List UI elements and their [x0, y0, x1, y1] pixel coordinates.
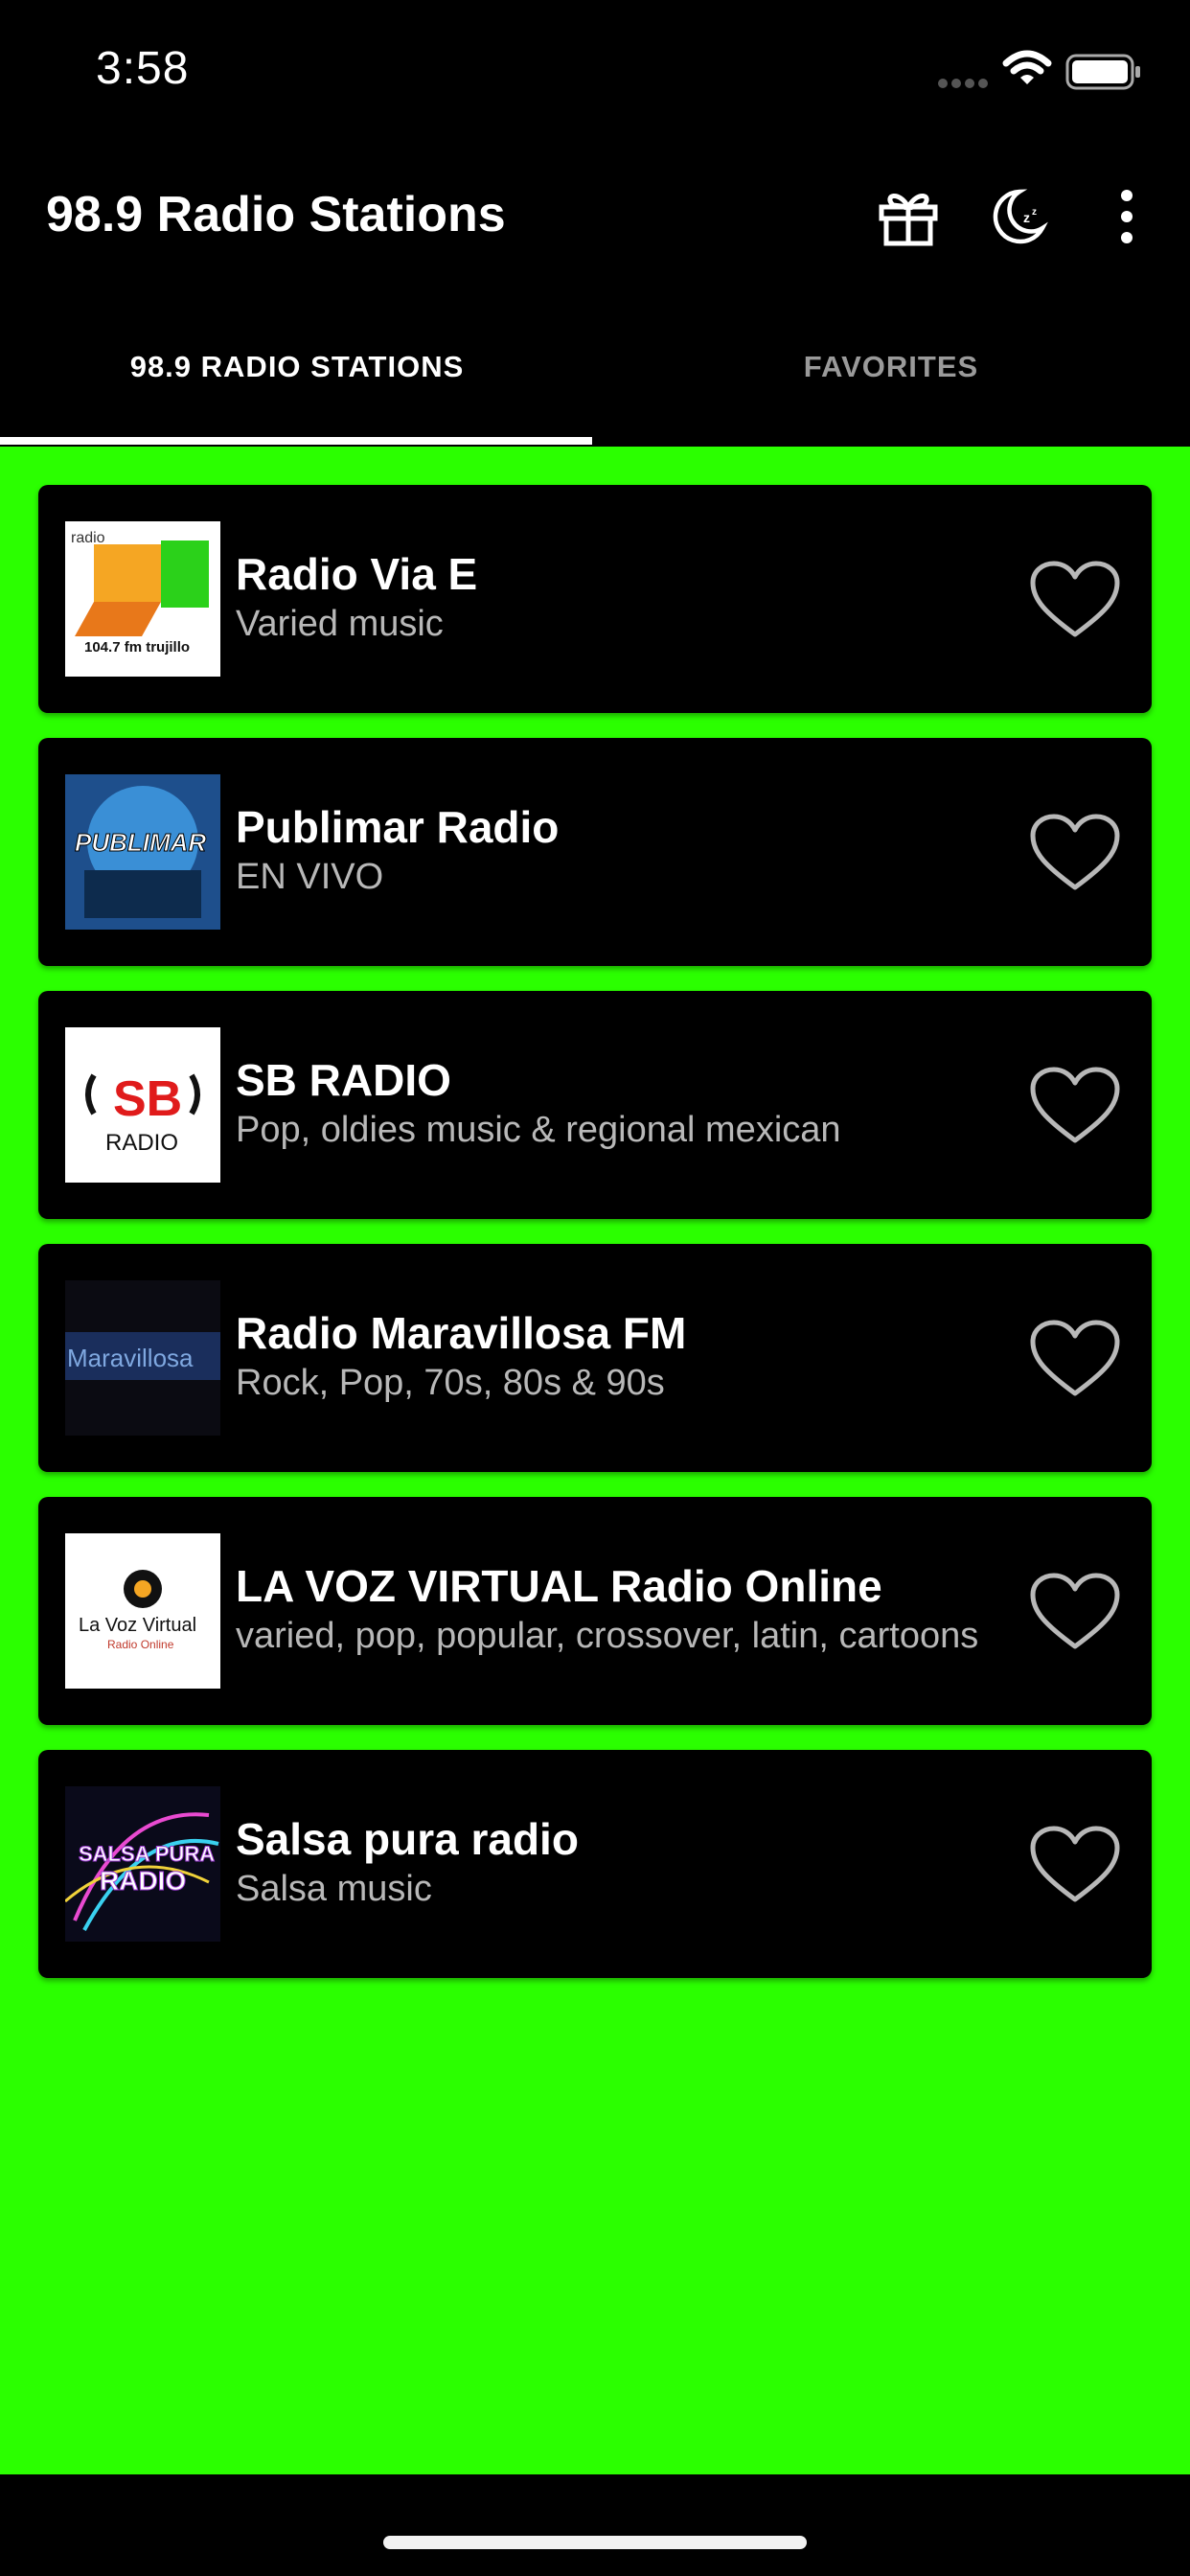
station-name: Radio Via E: [236, 549, 478, 599]
publimar-radio-logo: PUBLIMAR: [65, 774, 220, 930]
station-genre: Varied music: [236, 604, 444, 644]
station-card-radio-via-e[interactable]: radio 104.7 fm trujillo Radio Via E Vari…: [38, 485, 1152, 713]
station-list: radio 104.7 fm trujillo Radio Via E Vari…: [0, 447, 1190, 2474]
station-genre: Pop, oldies music & regional mexican: [236, 1110, 841, 1150]
favorite-heart-icon[interactable]: [1029, 813, 1121, 893]
svg-text:z: z: [1032, 207, 1037, 218]
app-title: 98.9 Radio Stations: [46, 187, 506, 242]
wifi-icon: [1002, 50, 1052, 93]
svg-text:104.7 fm trujillo: 104.7 fm trujillo: [84, 639, 190, 656]
favorite-heart-icon[interactable]: [1029, 1319, 1121, 1399]
station-card-la-voz-virtual[interactable]: La Voz Virtual Radio Online LA VOZ VIRTU…: [38, 1497, 1152, 1725]
favorite-heart-icon[interactable]: [1029, 560, 1121, 640]
station-name: Publimar Radio: [236, 802, 560, 852]
svg-text:SALSA PURA: SALSA PURA: [79, 1842, 215, 1866]
cellular-signal-icon: [937, 77, 993, 95]
salsa-pura-radio-logo: SALSA PURA RADIO: [65, 1786, 220, 1942]
station-card-sb-radio[interactable]: SB RADIO SB RADIO Pop, oldies music & re…: [38, 991, 1152, 1219]
favorite-heart-icon[interactable]: [1029, 1572, 1121, 1652]
svg-text:RADIO: RADIO: [100, 1866, 186, 1896]
station-genre: Salsa music: [236, 1869, 432, 1909]
station-name: LA VOZ VIRTUAL Radio Online: [236, 1561, 882, 1611]
station-genre: EN VIVO: [236, 857, 384, 897]
home-indicator[interactable]: [383, 2536, 807, 2549]
bottom-bar: [0, 2474, 1190, 2576]
station-card-salsa-pura-radio[interactable]: SALSA PURA RADIO Salsa pura radio Salsa …: [38, 1750, 1152, 1978]
tab-radio-stations[interactable]: 98.9 RADIO STATIONS: [0, 288, 594, 447]
station-genre: varied, pop, popular, crossover, latin, …: [236, 1616, 979, 1656]
station-name: SB RADIO: [236, 1055, 451, 1105]
sb-radio-logo: SB RADIO: [65, 1027, 220, 1183]
tab-favorites[interactable]: FAVORITES: [594, 288, 1188, 447]
status-bar: 3:58: [0, 0, 1190, 144]
station-card-publimar-radio[interactable]: PUBLIMAR Publimar Radio EN VIVO: [38, 738, 1152, 966]
favorite-heart-icon[interactable]: [1029, 1066, 1121, 1146]
app-bar: 98.9 Radio Stations z z: [0, 144, 1190, 288]
battery-icon: [1065, 54, 1142, 97]
svg-text:radio: radio: [71, 530, 105, 546]
svg-text:Maravillosa: Maravillosa: [67, 1344, 194, 1372]
radio-maravillosa-logo: Maravillosa: [65, 1280, 220, 1436]
more-vert-icon[interactable]: [1092, 182, 1161, 251]
svg-text:PUBLIMAR: PUBLIMAR: [75, 828, 206, 857]
station-name: Salsa pura radio: [236, 1814, 579, 1864]
svg-text:Radio Online: Radio Online: [107, 1638, 174, 1651]
status-time: 3:58: [96, 43, 190, 94]
station-card-radio-maravillosa[interactable]: Maravillosa Radio Maravillosa FM Rock, P…: [38, 1244, 1152, 1472]
favorite-heart-icon[interactable]: [1029, 1825, 1121, 1905]
night-mode-icon[interactable]: z z: [983, 182, 1052, 251]
station-name: Radio Maravillosa FM: [236, 1308, 687, 1358]
active-tab-indicator: [0, 437, 592, 445]
radio-via-e-logo: radio 104.7 fm trujillo: [65, 521, 220, 677]
svg-text:RADIO: RADIO: [105, 1130, 178, 1156]
svg-text:La Voz Virtual: La Voz Virtual: [79, 1615, 196, 1636]
tab-bar: 98.9 RADIO STATIONS FAVORITES: [0, 288, 1190, 447]
la-voz-virtual-logo: La Voz Virtual Radio Online: [65, 1533, 220, 1689]
svg-text:z: z: [1023, 210, 1030, 225]
gift-icon[interactable]: [874, 182, 943, 251]
station-genre: Rock, Pop, 70s, 80s & 90s: [236, 1363, 665, 1403]
svg-text:SB: SB: [113, 1071, 182, 1127]
